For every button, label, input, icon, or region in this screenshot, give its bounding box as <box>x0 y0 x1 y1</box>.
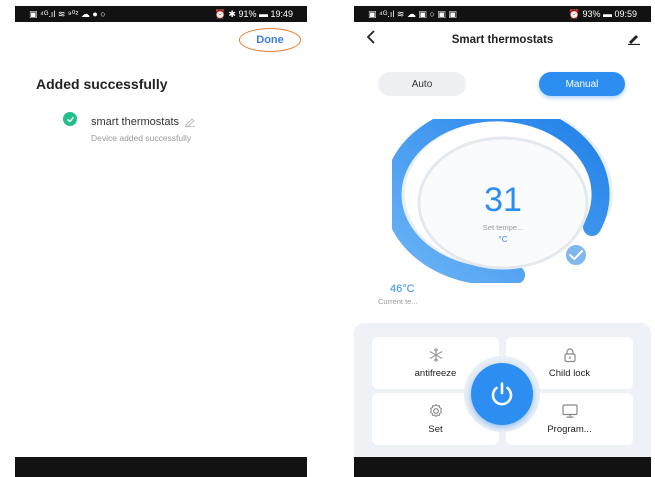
temperature-unit: °C <box>498 235 508 244</box>
dial-knob[interactable] <box>564 243 588 267</box>
status-left: ▣ ⁴ᴳ.ıl ≋ ☁ ▣ ○ ▣ ▣ <box>368 8 457 19</box>
lock-icon <box>563 348 576 363</box>
current-temperature-label: Current te... <box>378 297 418 306</box>
power-icon <box>491 382 513 406</box>
system-nav-bar <box>15 457 307 477</box>
control-panel: antifreeze Child lock Set Program... <box>354 323 651 457</box>
page-title: Added successfully <box>36 76 168 92</box>
snowflake-icon <box>429 348 442 362</box>
check-icon <box>63 112 77 126</box>
gear-icon <box>429 403 442 418</box>
device-status-text: Device added successfully <box>91 133 192 143</box>
set-temperature-value: 31 <box>484 181 522 219</box>
edit-button[interactable] <box>627 32 641 50</box>
device-name: smart thermostats <box>91 116 180 128</box>
monitor-icon <box>561 404 578 418</box>
program-label: Program... <box>547 424 592 435</box>
status-bar: ▣ ⁴ᴳ.ıl ≋ ⁹⁰² ☁ ● ○ ⏰ ✱ 91% ▬ 19:49 <box>15 6 307 22</box>
edit-pencil-icon <box>628 35 640 46</box>
status-right: ⏰ 93% ▬ 09:59 <box>568 8 637 19</box>
page-title: Smart thermostats <box>451 34 554 46</box>
header: Smart thermostats <box>354 30 651 50</box>
power-button[interactable] <box>471 363 533 425</box>
screen-thermostat-control: ▣ ⁴ᴳ.ıl ≋ ☁ ▣ ○ ▣ ▣ ⏰ 93% ▬ 09:59 Smart … <box>354 6 651 477</box>
child-lock-label: Child lock <box>548 368 591 379</box>
set-label: Set <box>428 424 443 435</box>
status-left: ▣ ⁴ᴳ.ıl ≋ ⁹⁰² ☁ ● ○ <box>29 8 106 19</box>
done-button[interactable]: Done <box>239 28 301 52</box>
antifreeze-label: antifreeze <box>414 368 457 379</box>
screen-added-successfully: ▣ ⁴ᴳ.ıl ≋ ⁹⁰² ☁ ● ○ ⏰ ✱ 91% ▬ 19:49 Done… <box>15 6 307 477</box>
set-temperature-label: Set tempe... <box>482 223 524 232</box>
status-right: ⏰ ✱ 91% ▬ 19:49 <box>214 8 293 19</box>
mode-auto-button[interactable]: Auto <box>378 72 466 96</box>
edit-pencil-icon[interactable] <box>184 117 196 127</box>
system-nav-bar <box>354 457 651 477</box>
current-temperature-value: 46°C <box>390 283 415 295</box>
power-button-ring <box>464 356 540 432</box>
status-bar: ▣ ⁴ᴳ.ıl ≋ ☁ ▣ ○ ▣ ▣ ⏰ 93% ▬ 09:59 <box>354 6 651 22</box>
device-name-row: smart thermostats <box>91 116 196 128</box>
mode-manual-button[interactable]: Manual <box>539 72 625 96</box>
